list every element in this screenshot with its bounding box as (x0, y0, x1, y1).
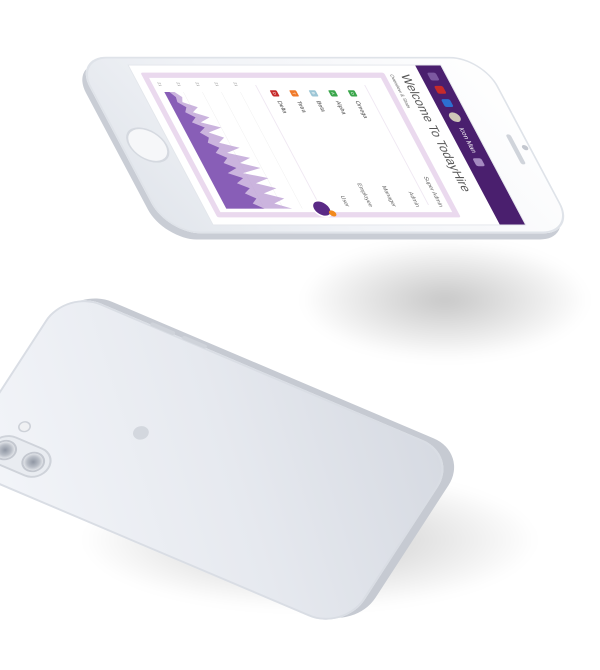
y-tick-label: 21 (213, 82, 220, 86)
notification-icon[interactable] (434, 85, 448, 94)
y-tick-label: 21 (194, 82, 201, 86)
camera-module (0, 429, 59, 483)
member-badge: T (289, 90, 300, 97)
member-name: Alpha (334, 100, 348, 115)
front-camera-icon (520, 145, 530, 151)
camera-lens-icon (19, 450, 47, 474)
menu-icon[interactable] (427, 72, 441, 81)
list-item[interactable]: B Beta (308, 90, 327, 112)
y-tick-label: 21 (232, 82, 239, 86)
camera-lens-icon (0, 438, 19, 462)
member-badge: D (269, 90, 280, 97)
area-chart: 21 21 21 21 21 (156, 82, 303, 209)
role-label: User (338, 195, 351, 207)
role-label: Manager (379, 185, 397, 207)
front-phone-wrapper: Icon Man Welcome To TodayHire Overview &… (60, 0, 580, 350)
y-tick-label: 21 (156, 82, 163, 86)
member-badge: O (347, 90, 358, 97)
list-item[interactable]: A Alpha (328, 90, 348, 114)
list-item[interactable]: T Tetra (289, 90, 308, 113)
user-name[interactable]: Icon Man (457, 127, 477, 152)
member-name: Omega (353, 100, 369, 119)
avatar[interactable] (447, 112, 464, 123)
member-name: Beta (314, 100, 327, 112)
y-tick-label: 21 (175, 82, 182, 86)
front-phone: Icon Man Welcome To TodayHire Overview &… (73, 56, 577, 234)
message-icon[interactable] (441, 99, 455, 108)
phone-screen: Icon Man Welcome To TodayHire Overview &… (128, 65, 526, 225)
member-name: Delta (275, 100, 289, 114)
flash-icon (17, 421, 32, 433)
role-label: Admin (406, 191, 421, 207)
apple-logo-icon: ● (116, 416, 163, 449)
apps-grid-icon[interactable] (472, 158, 486, 167)
member-badge: A (328, 90, 339, 97)
member-name: Tetra (295, 100, 308, 113)
list-item[interactable]: D Delta (269, 90, 289, 114)
dashboard-card: Super Admin Admin Manager Employee User … (149, 77, 453, 217)
list-item[interactable]: O Omega (347, 90, 370, 119)
member-badge: B (308, 90, 319, 97)
notification-badge (327, 210, 338, 217)
role-label: Employee (355, 183, 374, 207)
role-label: Super Admin (421, 176, 444, 207)
